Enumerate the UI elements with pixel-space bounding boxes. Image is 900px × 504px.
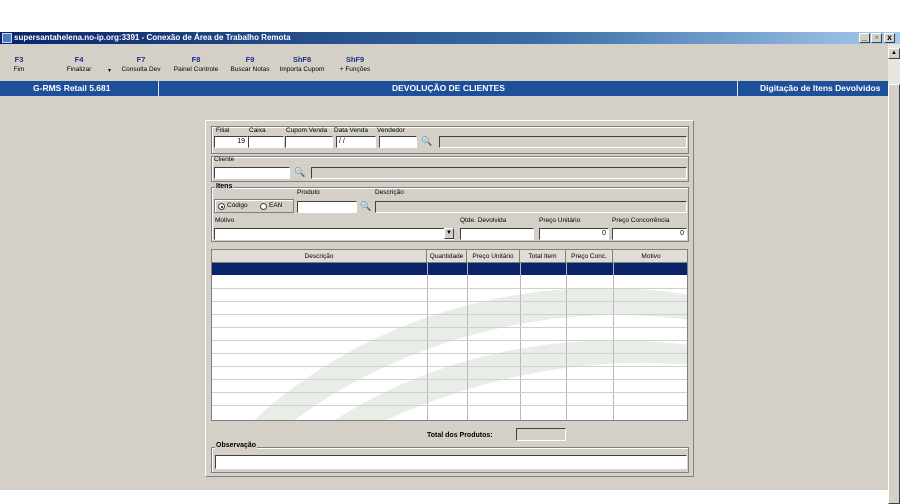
shf9-mais-funcoes-button[interactable]: ShF9 + Funções bbox=[336, 55, 374, 73]
descricao-label: Descrição bbox=[375, 189, 404, 196]
cliente-name-display bbox=[311, 167, 687, 179]
cliente-label: Cliente bbox=[214, 156, 235, 163]
grid-row-line bbox=[212, 301, 687, 302]
grid-divider bbox=[613, 263, 614, 420]
data-venda-label: Data Venda bbox=[334, 127, 368, 134]
grid-divider bbox=[427, 263, 428, 420]
scroll-thumb[interactable] bbox=[888, 84, 900, 504]
minimize-button[interactable]: _ bbox=[859, 33, 870, 43]
codigo-label: Código bbox=[227, 202, 248, 209]
preco-unitario-label: Preço Unitário bbox=[539, 217, 581, 224]
cupom-venda-input[interactable] bbox=[285, 136, 333, 148]
filial-input[interactable]: 19 bbox=[214, 136, 248, 148]
vendedor-name-display bbox=[439, 136, 687, 148]
qtde-devolvida-label: Qtde. Devolvida bbox=[460, 217, 507, 224]
ean-label: EAN bbox=[269, 202, 283, 209]
header-bar: G-RMS Retail 5.681 DEVOLUÇÃO DE CLIENTES… bbox=[0, 81, 888, 96]
data-venda-input[interactable]: / / bbox=[336, 136, 376, 148]
motivo-select[interactable] bbox=[214, 228, 454, 240]
grid-row-line bbox=[212, 379, 687, 380]
f3-fim-button[interactable]: F3 Fim bbox=[9, 55, 29, 73]
produto-input[interactable] bbox=[297, 201, 357, 213]
remote-desktop-icon bbox=[2, 33, 12, 43]
col-preco-unitario[interactable]: Preço Unitário bbox=[467, 250, 520, 263]
scroll-up-icon[interactable]: ▲ bbox=[888, 48, 900, 59]
f4-finalizar-button[interactable]: F4 Finalizar bbox=[64, 55, 94, 73]
total-produtos-label: Total dos Produtos: bbox=[427, 432, 493, 439]
search-produto-icon[interactable]: 🔍 bbox=[360, 201, 372, 212]
itens-grid[interactable]: Descrição Quantidade Preço Unitário Tota… bbox=[211, 249, 688, 421]
grid-row-line bbox=[212, 366, 687, 367]
grid-divider bbox=[520, 263, 521, 420]
codigo-radio[interactable] bbox=[218, 203, 225, 210]
ean-radio[interactable] bbox=[260, 203, 267, 210]
header-divider bbox=[737, 81, 738, 96]
filial-label: Filial bbox=[216, 127, 230, 134]
cliente-input[interactable] bbox=[214, 167, 290, 179]
col-descricao[interactable]: Descrição bbox=[212, 250, 427, 263]
preco-unitario-input[interactable]: 0 bbox=[539, 228, 609, 240]
grid-row-line bbox=[212, 340, 687, 341]
vendedor-label: Vendedor bbox=[377, 127, 405, 134]
f8-painel-controle-button[interactable]: F8 Painel Controle bbox=[171, 55, 221, 73]
observacao-label: Observação bbox=[215, 442, 258, 449]
total-produtos-display bbox=[516, 428, 566, 441]
col-quantidade[interactable]: Quantidade bbox=[427, 250, 467, 263]
col-motivo[interactable]: Motivo bbox=[613, 250, 687, 263]
shf8-importa-cupom-button[interactable]: ShF8 Importa Cupom bbox=[276, 55, 328, 73]
vertical-scrollbar[interactable]: ▲ bbox=[888, 44, 900, 504]
window-title: supersantahelena.no-ip.org:3391 - Conexã… bbox=[14, 33, 291, 42]
grid-row-line bbox=[212, 405, 687, 406]
grid-row-line bbox=[212, 314, 687, 315]
function-key-toolbar: F3 Fim F4 Finalizar ▾ F7 Consulta Dev F8… bbox=[0, 44, 900, 81]
watermark-swoosh bbox=[254, 287, 687, 420]
grid-header: Descrição Quantidade Preço Unitário Tota… bbox=[212, 250, 687, 263]
col-preco-conc[interactable]: Preço Conc. bbox=[566, 250, 613, 263]
caixa-label: Caixa bbox=[249, 127, 266, 134]
maximize-button[interactable]: ▫ bbox=[871, 33, 882, 43]
qtde-devolvida-input[interactable] bbox=[460, 228, 534, 240]
f9-buscar-notas-button[interactable]: F9 Buscar Notas bbox=[227, 55, 273, 73]
col-total-item[interactable]: Total Item bbox=[520, 250, 566, 263]
observacao-input[interactable] bbox=[215, 455, 687, 469]
search-vendedor-icon[interactable]: 🔍 bbox=[421, 136, 433, 147]
f7-consulta-dev-button[interactable]: F7 Consulta Dev bbox=[118, 55, 164, 73]
app-version: G-RMS Retail 5.681 bbox=[33, 83, 111, 93]
caixa-input[interactable] bbox=[248, 136, 284, 148]
descricao-display bbox=[375, 201, 687, 213]
itens-label: Itens bbox=[215, 183, 234, 190]
motivo-label: Motivo bbox=[215, 217, 235, 224]
grid-row-line bbox=[212, 288, 687, 289]
page-title: DEVOLUÇÃO DE CLIENTES bbox=[392, 83, 505, 93]
f4-dropdown-icon[interactable]: ▾ bbox=[108, 67, 111, 74]
grid-row-line bbox=[212, 392, 687, 393]
table-row-selected[interactable] bbox=[212, 263, 687, 275]
grid-row-line bbox=[212, 327, 687, 328]
close-button[interactable]: x bbox=[884, 33, 895, 43]
chevron-down-icon[interactable]: ▼ bbox=[444, 228, 454, 239]
header-divider bbox=[158, 81, 159, 96]
page-subtitle: Digitação de Itens Devolvidos bbox=[760, 83, 881, 93]
preco-concorrencia-label: Preço Concorrência bbox=[612, 217, 670, 224]
produto-label: Produto bbox=[297, 189, 320, 196]
window-title-bar[interactable]: supersantahelena.no-ip.org:3391 - Conexã… bbox=[0, 32, 900, 44]
grid-divider bbox=[467, 263, 468, 420]
preco-concorrencia-input[interactable]: 0 bbox=[612, 228, 687, 240]
search-cliente-icon[interactable]: 🔍 bbox=[294, 167, 306, 178]
grid-row-line bbox=[212, 353, 687, 354]
vendedor-input[interactable] bbox=[379, 136, 417, 148]
cupom-label: Cupom Venda bbox=[286, 127, 328, 134]
grid-divider bbox=[566, 263, 567, 420]
